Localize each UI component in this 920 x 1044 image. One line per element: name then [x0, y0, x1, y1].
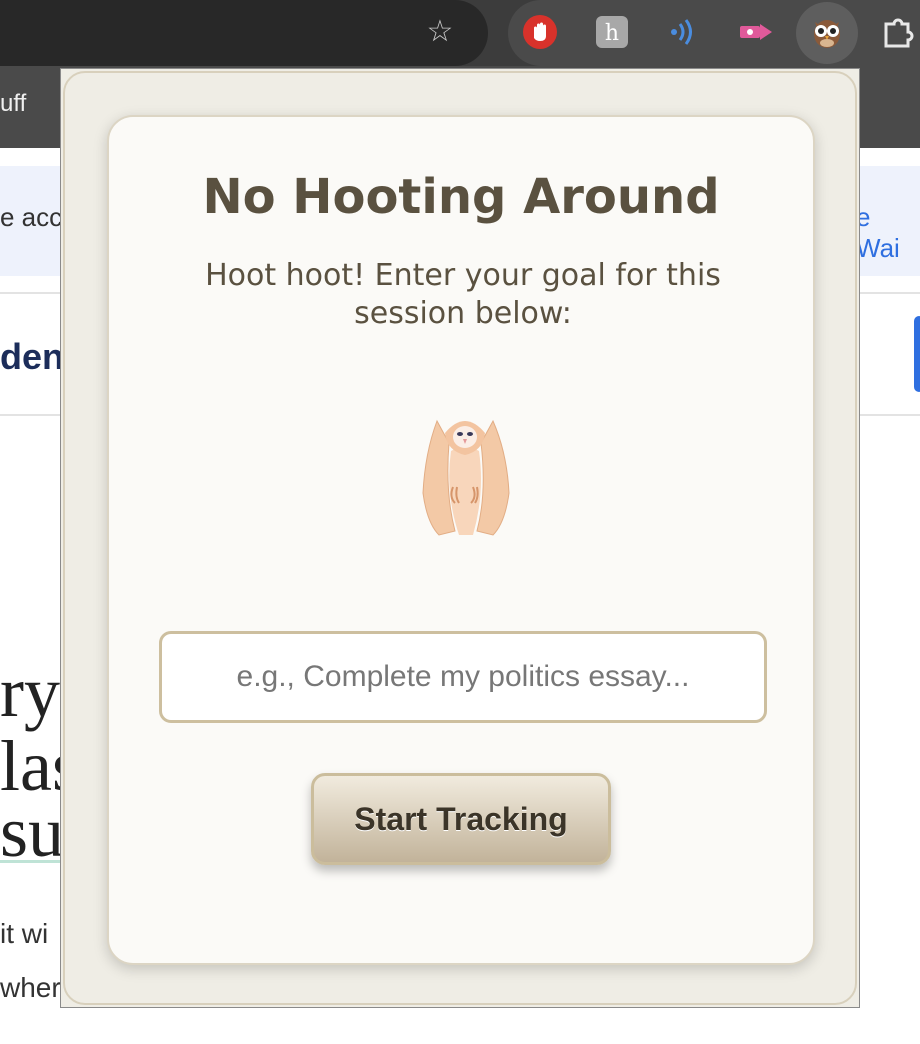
popup-title: No Hooting Around: [202, 169, 720, 225]
browser-toolbar: ☆ h: [0, 0, 920, 66]
owl-illustration-icon: [415, 403, 515, 539]
headline-underline: [0, 860, 60, 863]
video-arrow-icon[interactable]: [738, 14, 774, 50]
extension-popup: No Hooting Around Hoot hoot! Enter your …: [60, 68, 860, 1008]
broadcast-icon[interactable]: [666, 14, 702, 50]
tab-title[interactable]: uff: [0, 90, 26, 118]
blue-button-edge[interactable]: [914, 316, 920, 392]
extensions-area: [508, 0, 920, 66]
popup-card: No Hooting Around Hoot hoot! Enter your …: [107, 115, 815, 965]
h-extension-icon[interactable]: h: [594, 14, 630, 50]
banner-link[interactable]: e Wai: [856, 202, 920, 264]
body-text-line: it wi: [0, 918, 49, 949]
popup-subtitle: Hoot hoot! Enter your goal for this sess…: [205, 258, 721, 331]
address-bar[interactable]: ☆: [0, 0, 488, 66]
body-text-line: wher: [0, 972, 61, 1003]
svg-text:h: h: [605, 21, 619, 46]
headline-line: su: [0, 792, 65, 872]
headline-line: ry: [0, 652, 60, 732]
page-nav-text[interactable]: den: [0, 336, 64, 378]
hand-stop-icon[interactable]: [522, 14, 558, 50]
star-icon[interactable]: ☆: [420, 12, 460, 52]
owl-icon[interactable]: [809, 14, 845, 50]
goal-input[interactable]: [159, 631, 767, 723]
puzzle-icon[interactable]: [880, 14, 916, 50]
start-tracking-button[interactable]: Start Tracking: [311, 773, 611, 865]
